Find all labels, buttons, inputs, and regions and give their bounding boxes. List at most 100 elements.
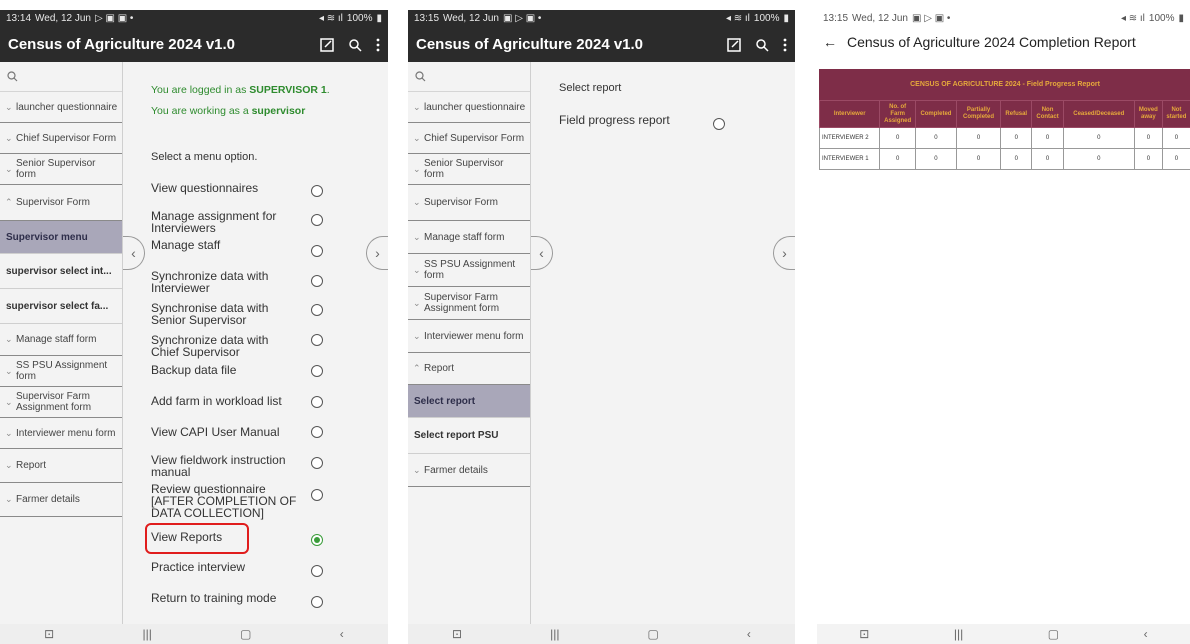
sidebar-search[interactable] <box>0 62 122 92</box>
radio-sync-chief-supervisor[interactable] <box>311 334 323 346</box>
radio-view-questionnaires[interactable] <box>311 185 323 197</box>
sidebar-item-senior-supervisor-form[interactable]: ⌄ Senior Supervisor form <box>0 154 122 185</box>
search-icon[interactable] <box>415 71 426 82</box>
sidebar-item-manage-staff-form[interactable]: ⌄ Manage staff form <box>0 324 122 356</box>
radio-capi-manual[interactable] <box>311 426 323 438</box>
sidebar-item-supervisor-form[interactable]: ⌃ Supervisor Form <box>0 185 122 221</box>
radio-manage-assignment[interactable] <box>311 214 323 226</box>
search-icon[interactable] <box>348 38 362 52</box>
sidebar-item-manage-staff-form[interactable]: ⌄ Manage staff form <box>408 221 530 254</box>
option-sync-chief-supervisor[interactable]: Synchronize data with Chief Supervisor <box>151 334 299 358</box>
col-header: Partially Completed <box>955 100 1002 128</box>
option-add-farm[interactable]: Add farm in workload list <box>151 395 299 407</box>
sidebar-item-interviewer-menu-form[interactable]: ⌄ Interviewer menu form <box>0 418 122 449</box>
back-arrow-icon[interactable]: ← <box>823 34 837 50</box>
phone-screen-completion-report: 13:15 Wed, 12 Jun ▣ ▷ ▣ • ◂ ≋ ıl 100% ▮ … <box>817 10 1190 644</box>
sidebar-sub-select-report-psu[interactable]: Select report PSU <box>408 418 530 454</box>
logged-in-message: You are logged in as SUPERVISOR 1. <box>151 84 330 96</box>
option-backup-data[interactable]: Backup data file <box>151 364 299 376</box>
sidebar-item-farmer-details[interactable]: ⌄ Farmer details <box>408 454 530 487</box>
status-date: Wed, 12 Jun <box>852 13 908 24</box>
col-header: Refusal <box>1000 100 1033 128</box>
table-cell: 0 <box>1031 148 1064 170</box>
sidebar-item-launcher-questionnaire[interactable]: ⌄ launcher questionnaire <box>0 92 122 123</box>
more-vert-icon[interactable] <box>376 38 380 52</box>
sidebar-item-chief-supervisor-form[interactable]: ⌄ Chief Supervisor Form <box>0 123 122 154</box>
option-view-questionnaires[interactable]: View questionnaires <box>151 182 299 194</box>
sidebar-item-senior-supervisor-form[interactable]: ⌄ Senior Supervisor form <box>408 154 530 185</box>
report-banner: CENSUS OF AGRICULTURE 2024 - Field Progr… <box>819 69 1190 100</box>
sidebar-sub-supervisor-select-farm[interactable]: supervisor select fa... <box>0 289 122 324</box>
back-icon[interactable]: ‹ <box>747 627 751 641</box>
radio-add-farm[interactable] <box>311 396 323 408</box>
sidebar-item-report[interactable]: ⌄ Report <box>0 449 122 483</box>
radio-sync-senior-supervisor[interactable] <box>311 304 323 316</box>
radio-backup-data[interactable] <box>311 365 323 377</box>
option-sync-senior-supervisor[interactable]: Synchronise data with Senior Supervisor <box>151 302 299 326</box>
report-title: Census of Agriculture 2024 Completion Re… <box>847 34 1136 50</box>
option-manage-assignment[interactable]: Manage assignment for Interviewers <box>151 210 299 234</box>
option-field-progress-report[interactable]: Field progress report <box>559 114 707 126</box>
search-icon[interactable] <box>755 38 769 52</box>
radio-fieldwork-manual[interactable] <box>311 457 323 469</box>
option-capi-manual[interactable]: View CAPI User Manual <box>151 426 299 438</box>
sidebar-sub-supervisor-select-interviewer[interactable]: supervisor select int... <box>0 254 122 289</box>
home-icon[interactable]: ▢ <box>648 627 659 641</box>
search-icon[interactable] <box>7 71 18 82</box>
option-fieldwork-manual[interactable]: View fieldwork instruction manual <box>151 454 299 478</box>
sidebar-item-supervisor-farm-assignment-form[interactable]: ⌄ Supervisor Farm Assignment form <box>408 287 530 320</box>
apps-icon[interactable]: ||| <box>143 627 152 641</box>
notification-icons: ▣ ▷ ▣ • <box>912 13 951 24</box>
radio-review-questionnaire[interactable] <box>311 489 323 501</box>
chevron-down-icon: ⌄ <box>5 334 13 344</box>
chevron-down-icon: ⌄ <box>5 460 13 470</box>
chevron-down-icon: ⌄ <box>5 427 13 438</box>
chevron-down-icon: ⌄ <box>413 101 421 112</box>
apps-icon[interactable]: ||| <box>550 627 559 641</box>
screenshot-stage: 13:14 Wed, 12 Jun ▷ ▣ ▣ • ◂ ≋ ıl 100% ▮ … <box>0 0 1190 644</box>
sidebar-item-ss-psu-assignment-form[interactable]: ⌄ SS PSU Assignment form <box>408 254 530 287</box>
table-cell: 0 <box>1031 127 1064 149</box>
more-vert-icon[interactable] <box>783 38 787 52</box>
sidebar-sub-supervisor-menu[interactable]: Supervisor menu <box>0 221 122 254</box>
sidebar-search[interactable] <box>408 62 530 92</box>
sidebar-item-ss-psu-assignment-form[interactable]: ⌄ SS PSU Assignment form <box>0 356 122 387</box>
edit-note-icon[interactable] <box>727 37 741 52</box>
sidebar-item-report[interactable]: ⌃ Report <box>408 353 530 385</box>
home-icon[interactable]: ▢ <box>240 627 251 641</box>
radio-sync-interviewer[interactable] <box>311 275 323 287</box>
recent-apps-icon[interactable]: ⊡ <box>859 627 869 641</box>
option-practice-interview[interactable]: Practice interview <box>151 561 299 573</box>
radio-training-mode[interactable] <box>311 596 323 608</box>
phone-screen-supervisor-menu: 13:14 Wed, 12 Jun ▷ ▣ ▣ • ◂ ≋ ıl 100% ▮ … <box>0 10 388 644</box>
radio-field-progress-report[interactable] <box>713 118 725 130</box>
sidebar-item-chief-supervisor-form[interactable]: ⌄ Chief Supervisor Form <box>408 123 530 154</box>
system-nav-bar: ⊡ ||| ▢ ‹ <box>817 624 1190 644</box>
sidebar-item-supervisor-form[interactable]: ⌄ Supervisor Form <box>408 185 530 221</box>
chevron-down-icon: ⌄ <box>5 396 13 407</box>
edit-note-icon[interactable] <box>320 37 334 52</box>
sidebar-item-interviewer-menu-form[interactable]: ⌄ Interviewer menu form <box>408 320 530 353</box>
sidebar-item-supervisor-farm-assignment-form[interactable]: ⌄ Supervisor Farm Assignment form <box>0 387 122 418</box>
sidebar-item-farmer-details[interactable]: ⌄ Farmer details <box>0 483 122 517</box>
recent-apps-icon[interactable]: ⊡ <box>452 627 462 641</box>
option-sync-interviewer[interactable]: Synchronize data with Interviewer <box>151 270 299 294</box>
chevron-down-icon: ⌄ <box>413 197 421 207</box>
option-review-questionnaire[interactable]: Review questionnaire [AFTER COMPLETION O… <box>151 483 299 519</box>
option-manage-staff[interactable]: Manage staff <box>151 239 299 251</box>
back-icon[interactable]: ‹ <box>340 627 344 641</box>
recent-apps-icon[interactable]: ⊡ <box>44 627 54 641</box>
home-icon[interactable]: ▢ <box>1048 627 1059 641</box>
radio-manage-staff[interactable] <box>311 245 323 257</box>
chevron-down-icon: ⌄ <box>5 163 13 174</box>
apps-icon[interactable]: ||| <box>954 627 963 641</box>
sidebar-item-launcher-questionnaire[interactable]: ⌄ launcher questionnaire <box>408 92 530 123</box>
chevron-down-icon: ⌄ <box>413 132 421 143</box>
radio-view-reports[interactable] <box>311 534 323 546</box>
option-training-mode[interactable]: Return to training mode <box>151 592 299 604</box>
sidebar-sub-select-report[interactable]: Select report <box>408 385 530 418</box>
back-icon[interactable]: ‹ <box>1144 627 1148 641</box>
chevron-down-icon: ⌄ <box>413 163 421 174</box>
radio-practice-interview[interactable] <box>311 565 323 577</box>
option-view-reports[interactable]: View Reports <box>151 531 299 543</box>
